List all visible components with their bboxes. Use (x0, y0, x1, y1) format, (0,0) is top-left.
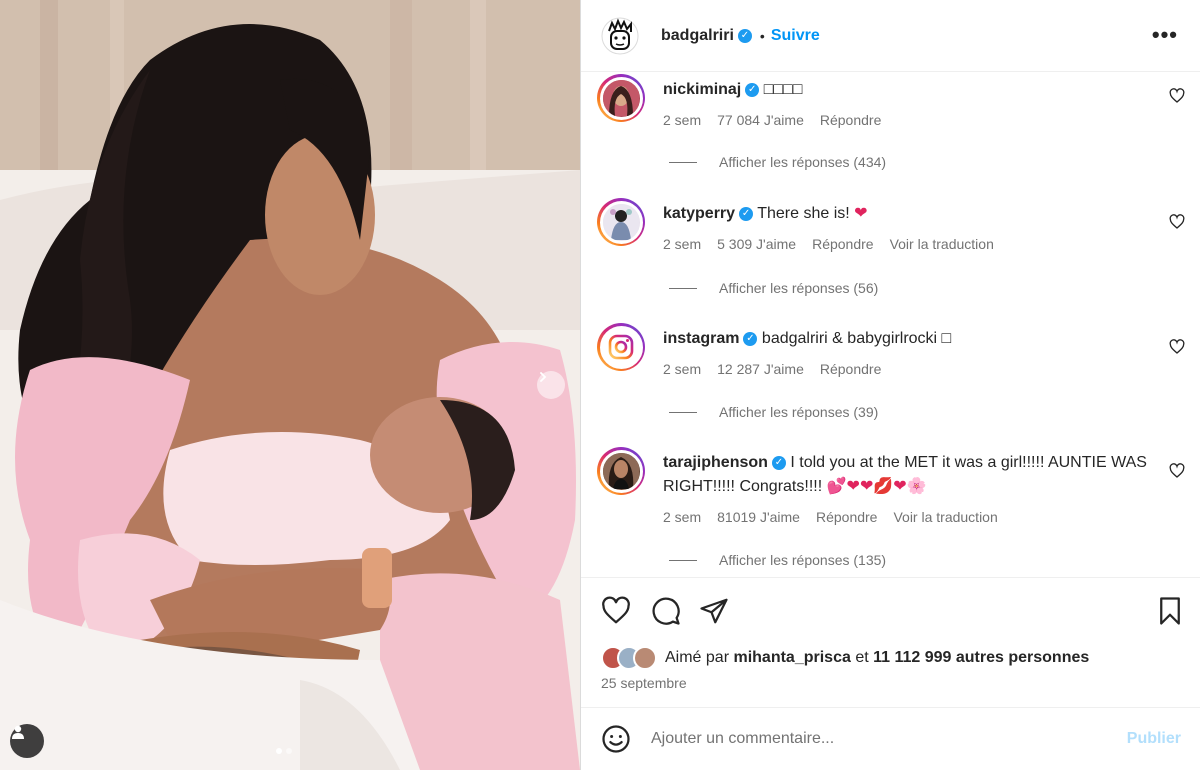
verified-badge-icon: ✓ (737, 28, 752, 43)
commenter-avatar[interactable] (597, 198, 645, 246)
comment-meta: 2 sem 12 287 J'aime Répondre (663, 361, 881, 377)
reply-button[interactable]: Répondre (820, 361, 882, 377)
see-translation-button[interactable]: Voir la traduction (893, 509, 997, 525)
comment-text: katyperry ✓ There she is! ❤ (663, 202, 1153, 226)
post-actions: Aimé par mihanta_prisca et 11 112 999 au… (581, 577, 1200, 707)
comment-emoji: ❤ (854, 205, 868, 222)
carousel-indicator (276, 748, 292, 754)
comment-likes[interactable]: 5 309 J'aime (717, 236, 796, 252)
replies-divider (669, 411, 697, 413)
comment-likes[interactable]: 12 287 J'aime (717, 361, 804, 377)
separator-dot: • (759, 27, 765, 44)
commenter-avatar[interactable] (597, 447, 645, 495)
add-comment-bar: Publier (581, 707, 1200, 770)
replies-divider (669, 287, 697, 289)
author-avatar[interactable] (601, 16, 639, 55)
more-options-icon[interactable]: ••• (1152, 22, 1178, 48)
verified-badge-icon: ✓ (743, 331, 758, 346)
likes-count[interactable]: 11 112 999 autres personnes (873, 649, 1089, 666)
commenter-username[interactable]: katyperry (663, 205, 735, 222)
avatar-portrait (603, 80, 639, 116)
view-replies-label: Afficher les réponses (135) (719, 552, 887, 568)
likes-text: Aimé par mihanta_prisca et 11 112 999 au… (665, 649, 1089, 667)
chevron-right-icon (540, 372, 547, 382)
comment-like-heart-icon[interactable] (1169, 88, 1185, 104)
comment-content: □□□□ (763, 81, 803, 98)
commenter-username[interactable]: nickiminaj (663, 81, 741, 98)
view-replies-button[interactable]: Afficher les réponses (135) (669, 552, 886, 568)
comment-emoji: 💕❤❤💋❤🌸 (826, 478, 927, 495)
comment-time[interactable]: 2 sem (663, 112, 701, 128)
verified-badge-icon: ✓ (745, 82, 760, 97)
view-replies-button[interactable]: Afficher les réponses (39) (669, 404, 878, 420)
publish-button[interactable]: Publier (1127, 730, 1181, 748)
comment-time[interactable]: 2 sem (663, 361, 701, 377)
likes-summary[interactable]: Aimé par mihanta_prisca et 11 112 999 au… (601, 646, 1089, 670)
likes-connector: et (855, 649, 869, 666)
avatar-portrait (603, 204, 639, 240)
reply-button[interactable]: Répondre (812, 236, 874, 252)
post-photo[interactable] (0, 0, 580, 770)
replies-divider (669, 161, 697, 163)
person-tag-icon (12, 725, 24, 739)
comment-like-heart-icon[interactable] (1169, 463, 1185, 479)
replies-divider (669, 559, 697, 561)
avatar-portrait (603, 453, 639, 489)
view-replies-button[interactable]: Afficher les réponses (56) (669, 280, 878, 296)
tagged-users-button[interactable] (10, 724, 44, 758)
author-avatar-drawing (601, 17, 639, 54)
reply-button[interactable]: Répondre (816, 509, 878, 525)
reply-button[interactable]: Répondre (820, 112, 882, 128)
likes-prefix: Aimé par (665, 649, 730, 666)
comment-time[interactable]: 2 sem (663, 509, 701, 525)
liker-username[interactable]: mihanta_prisca (733, 649, 850, 666)
follow-button[interactable]: Suivre (771, 27, 820, 45)
comment-meta: 2 sem 5 309 J'aime Répondre Voir la trad… (663, 236, 994, 252)
carousel-dot-active (276, 748, 282, 754)
comment-meta: 2 sem 77 084 J'aime Répondre (663, 112, 881, 128)
bookmark-icon[interactable] (1155, 596, 1185, 626)
comment-input[interactable] (651, 730, 1091, 748)
commenter-avatar[interactable] (597, 74, 645, 122)
view-replies-button[interactable]: Afficher les réponses (434) (669, 154, 886, 170)
comment-like-heart-icon[interactable] (1169, 214, 1185, 230)
comment-likes[interactable]: 77 084 J'aime (717, 112, 804, 128)
comment-bubble-icon[interactable] (651, 596, 681, 626)
commenter-avatar[interactable] (597, 323, 645, 371)
view-replies-label: Afficher les réponses (39) (719, 404, 879, 420)
author-username[interactable]: badgalriri (661, 27, 734, 45)
comment-time[interactable]: 2 sem (663, 236, 701, 252)
comment-text: nickiminaj ✓ □□□□ (663, 78, 1153, 102)
photo-illustration (0, 0, 580, 770)
commenter-username[interactable]: tarajiphenson (663, 454, 768, 471)
see-translation-button[interactable]: Voir la traduction (890, 236, 994, 252)
view-replies-label: Afficher les réponses (434) (719, 154, 887, 170)
smiley-icon[interactable] (601, 724, 631, 754)
comment-content: badgalriri & babygirlrocki □ (761, 330, 952, 347)
next-slide-button[interactable] (537, 371, 565, 399)
post-header: badgalriri ✓ • Suivre ••• (581, 0, 1200, 72)
comments-list[interactable]: nickiminaj ✓ □□□□ 2 sem 77 084 J'aime Rép… (581, 72, 1200, 577)
paper-plane-icon[interactable] (699, 596, 729, 626)
comment-likes[interactable]: 81019 J'aime (717, 509, 800, 525)
comment-content: There she is! (757, 205, 850, 222)
liker-avatars (601, 646, 657, 670)
verified-badge-icon: ✓ (771, 455, 786, 470)
verified-badge-icon: ✓ (739, 206, 754, 221)
post-date[interactable]: 25 septembre (601, 675, 687, 691)
liker-avatar (633, 646, 657, 670)
carousel-dot (286, 748, 292, 754)
view-replies-label: Afficher les réponses (56) (719, 280, 879, 296)
comment-like-heart-icon[interactable] (1169, 339, 1185, 355)
comment-text: tarajiphenson ✓ I told you at the MET it … (663, 451, 1153, 499)
commenter-username[interactable]: instagram (663, 330, 739, 347)
heart-outline-icon[interactable] (601, 596, 631, 626)
post-side-panel: badgalriri ✓ • Suivre ••• nickiminaj ✓ □□… (580, 0, 1200, 770)
comment-meta: 2 sem 81019 J'aime Répondre Voir la trad… (663, 509, 998, 525)
comment-text: instagram ✓ badgalriri & babygirlrocki □ (663, 327, 1153, 351)
instagram-logo-icon (608, 334, 634, 360)
